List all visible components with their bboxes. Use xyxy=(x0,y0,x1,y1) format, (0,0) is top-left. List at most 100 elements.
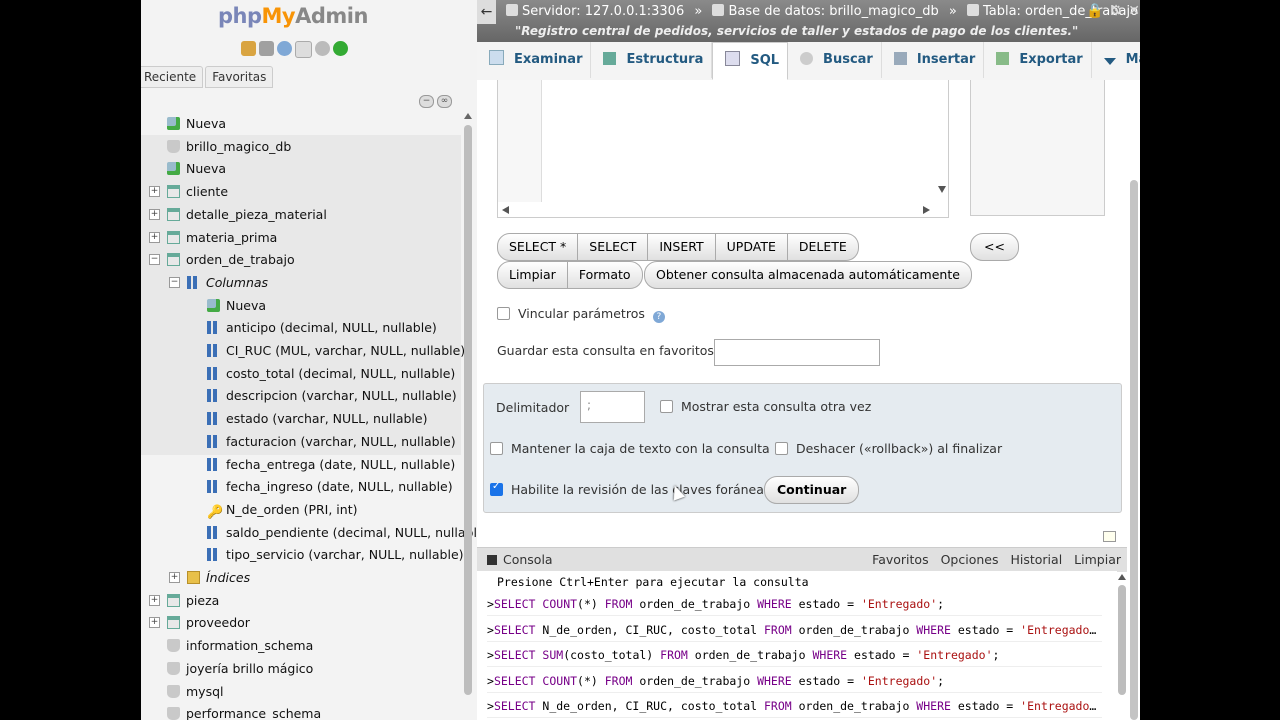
collapse-all-icon[interactable]: − xyxy=(419,95,434,108)
tree-item-label[interactable]: Nueva xyxy=(226,298,266,313)
tree-item-label[interactable]: materia_prima xyxy=(186,230,277,245)
settings-gear-icon[interactable]: ⚙ xyxy=(1110,3,1123,19)
phpmyadmin-logo[interactable]: phpMyAdmin xyxy=(218,4,368,28)
tree-item[interactable]: fecha_entrega (date, NULL, nullable) xyxy=(207,454,455,476)
tree-item-label[interactable]: tipo_servicio (varchar, NULL, nullable) xyxy=(226,547,464,562)
expand-icon[interactable]: + xyxy=(169,572,180,583)
scroll-right-arrow-icon[interactable] xyxy=(923,206,930,214)
bind-parameters-checkbox[interactable] xyxy=(497,307,510,320)
tree-item-label[interactable]: orden_de_trabajo xyxy=(186,252,295,267)
home-icon[interactable] xyxy=(241,41,256,56)
console-body[interactable]: Presione Ctrl+Enter para ejecutar la con… xyxy=(477,571,1117,720)
tree-item-label[interactable]: Índices xyxy=(206,570,250,585)
tab-favorites[interactable]: Favoritas xyxy=(205,66,274,88)
link-with-main-icon[interactable]: ∞ xyxy=(437,95,452,108)
tree-item-label[interactable]: information_schema xyxy=(186,638,313,653)
tree-item-label[interactable]: mysql xyxy=(186,684,224,699)
tree-item[interactable]: CI_RUC (MUL, varchar, NULL, nullable) xyxy=(207,340,465,362)
tree-item-label[interactable]: N_de_orden (PRI, int) xyxy=(226,502,357,517)
tree-item[interactable]: saldo_pendiente (decimal, NULL, nullable… xyxy=(207,522,477,544)
insert-button[interactable]: INSERT xyxy=(648,233,716,261)
format-button[interactable]: Formato xyxy=(567,261,643,289)
expand-icon[interactable]: + xyxy=(149,617,160,629)
tree-item[interactable]: performance_schema xyxy=(167,703,321,720)
settings-gear-icon[interactable] xyxy=(315,41,330,56)
tree-item-label[interactable]: performance_schema xyxy=(186,706,321,720)
tree-item[interactable]: information_schema xyxy=(167,635,313,657)
nav-scrollbar[interactable] xyxy=(463,113,473,703)
lock-icon[interactable]: 🔒 xyxy=(1086,3,1103,19)
tree-item-label[interactable]: fecha_entrega (date, NULL, nullable) xyxy=(226,457,455,472)
tree-item[interactable]: − Columnas xyxy=(169,272,268,294)
update-button[interactable]: UPDATE xyxy=(715,233,788,261)
tab-recent[interactable]: Reciente xyxy=(141,66,204,88)
retain-query-box-checkbox[interactable] xyxy=(490,442,503,455)
tab-more[interactable]: Más xyxy=(1092,42,1140,78)
tab-structure[interactable]: Estructura xyxy=(591,42,713,78)
show-query-again-checkbox[interactable] xyxy=(660,400,673,413)
show-query-again-option[interactable]: Mostrar esta consulta otra vez xyxy=(660,399,871,414)
tree-item-label[interactable]: estado (varchar, NULL, nullable) xyxy=(226,411,427,426)
tree-item[interactable]: joyería brillo mágico xyxy=(167,658,313,680)
tree-item-label[interactable]: proveedor xyxy=(186,615,250,630)
tree-item-label[interactable]: Nueva xyxy=(186,116,226,131)
retain-query-box-option[interactable]: Mantener la caja de texto con la consult… xyxy=(490,441,770,456)
tree-item[interactable]: + detalle_pieza_material xyxy=(149,204,327,226)
console-options-link[interactable]: Opciones xyxy=(941,552,999,567)
logout-icon[interactable] xyxy=(259,41,274,56)
expand-icon[interactable]: + xyxy=(149,231,160,243)
tree-item-label[interactable]: anticipo (decimal, NULL, nullable) xyxy=(226,320,437,335)
tree-item[interactable]: tipo_servicio (varchar, NULL, nullable) xyxy=(207,544,464,566)
tree-item[interactable]: 🔑 N_de_orden (PRI, int) xyxy=(207,499,357,521)
tree-item[interactable]: + Índices xyxy=(169,567,250,589)
tree-item[interactable]: + materia_prima xyxy=(149,227,277,249)
console-title[interactable]: Consola xyxy=(503,552,553,567)
tree-item-label[interactable]: Nueva xyxy=(186,161,226,176)
tab-browse[interactable]: Examinar xyxy=(477,42,592,78)
console-header[interactable]: Consola Favoritos Opciones Historial Lim… xyxy=(477,547,1127,572)
console-query-line[interactable]: >SELECT N_de_orden, CI_RUC, costo_total … xyxy=(487,699,1102,718)
scroll-down-arrow-icon[interactable] xyxy=(938,186,946,193)
console-clear-link[interactable]: Limpiar xyxy=(1074,552,1121,567)
tree-item[interactable]: anticipo (decimal, NULL, nullable) xyxy=(207,317,437,339)
tree-item-label[interactable]: fecha_ingreso (date, NULL, nullable) xyxy=(226,479,453,494)
get-autosaved-query-button[interactable]: Obtener consulta almacenada automáticame… xyxy=(644,261,972,289)
tree-item-label[interactable]: facturacion (varchar, NULL, nullable) xyxy=(226,434,456,449)
expand-icon[interactable]: + xyxy=(149,186,160,198)
tree-item-label[interactable]: brillo_magico_db xyxy=(186,139,291,154)
docs-icon[interactable] xyxy=(295,41,312,58)
breadcrumb-database[interactable]: Base de datos: brillo_magico_db xyxy=(728,4,938,19)
expand-icon[interactable]: + xyxy=(149,208,160,220)
collapse-nav-arrow-icon[interactable]: ← xyxy=(477,0,496,24)
tree-item[interactable]: + pieza xyxy=(149,590,219,612)
tree-item[interactable]: facturacion (varchar, NULL, nullable) xyxy=(207,431,456,453)
collapse-icon[interactable]: − xyxy=(169,276,180,288)
tree-item-label[interactable]: joyería brillo mágico xyxy=(186,661,313,676)
collapse-icon[interactable]: − xyxy=(149,254,160,266)
expand-icon[interactable]: + xyxy=(149,594,160,606)
maximize-console-icon[interactable] xyxy=(1103,531,1116,542)
delimiter-input[interactable]: ; xyxy=(580,391,645,423)
console-history-link[interactable]: Historial xyxy=(1010,552,1062,567)
console-query-line[interactable]: >SELECT N_de_orden, CI_RUC, costo_total … xyxy=(487,623,1102,642)
favorite-name-input[interactable] xyxy=(714,339,880,366)
tab-export[interactable]: Exportar xyxy=(984,42,1092,78)
tree-item-label[interactable]: costo_total (decimal, NULL, nullable) xyxy=(226,366,455,381)
tree-item[interactable]: descripcion (varchar, NULL, nullable) xyxy=(207,385,457,407)
scroll-up-arrow-icon[interactable] xyxy=(1118,574,1126,580)
tree-item-label[interactable]: pieza xyxy=(186,593,219,608)
help-icon[interactable] xyxy=(277,41,292,56)
tree-item[interactable]: brillo_magico_db xyxy=(167,136,291,158)
close-icon[interactable]: ✕ xyxy=(1128,3,1140,19)
tree-item[interactable]: Nueva xyxy=(207,295,266,317)
console-query-line[interactable]: >SELECT COUNT(*) FROM orden_de_trabajo W… xyxy=(487,674,1102,693)
console-favorites-link[interactable]: Favoritos xyxy=(872,552,928,567)
tree-item-label[interactable]: cliente xyxy=(186,184,228,199)
insert-column-button[interactable]: << xyxy=(970,233,1019,261)
tree-item-label[interactable]: CI_RUC (MUL, varchar, NULL, nullable) xyxy=(226,343,465,358)
help-icon[interactable]: ? xyxy=(652,311,665,323)
tab-sql[interactable]: SQL xyxy=(712,42,789,80)
tree-item[interactable]: Nueva xyxy=(167,113,226,135)
tab-search[interactable]: Buscar xyxy=(788,42,882,78)
foreign-key-check-option[interactable]: Habilite la revisión de las claves forán… xyxy=(490,481,770,497)
